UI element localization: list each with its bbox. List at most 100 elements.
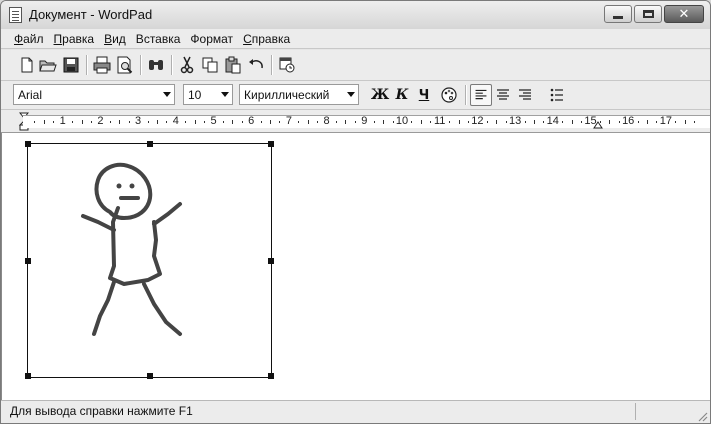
ruler-tick <box>194 120 196 124</box>
resize-handle[interactable] <box>268 141 274 147</box>
ruler-strip: 1 2 3 4 5 6 7 8 9 10 11 12 13 14 15 16 17 <box>23 115 710 128</box>
embedded-drawing[interactable] <box>25 141 274 379</box>
ruler-tick <box>81 120 83 124</box>
ruler-tick <box>307 120 309 124</box>
open-folder-icon[interactable] <box>38 55 58 75</box>
ruler-tick <box>411 121 413 123</box>
print-icon[interactable] <box>92 55 112 75</box>
paste-icon[interactable] <box>223 55 243 75</box>
align-center-button[interactable] <box>492 84 514 106</box>
font-name-dropdown[interactable]: Arial <box>13 84 175 105</box>
ruler-number: 8 <box>323 115 330 127</box>
chevron-down-icon <box>347 92 355 97</box>
ruler-number: 3 <box>135 115 142 127</box>
save-icon[interactable] <box>61 55 81 75</box>
menu-view-accel: В <box>104 32 113 46</box>
italic-button[interactable]: К <box>391 84 413 106</box>
cut-icon[interactable] <box>177 55 197 75</box>
ruler-tick <box>392 121 394 123</box>
ruler-tick <box>581 121 583 123</box>
ruler-tick <box>656 121 658 123</box>
ruler-tick <box>128 121 130 123</box>
ruler-tick <box>524 121 526 123</box>
minimize-icon <box>613 15 623 19</box>
ruler-tick <box>430 121 432 123</box>
print-preview-icon[interactable] <box>115 55 135 75</box>
menu-help[interactable]: Справка <box>238 29 295 49</box>
insert-datetime-icon[interactable] <box>277 55 297 75</box>
menu-edit[interactable]: Правка <box>49 29 100 49</box>
toolbar-separator <box>465 85 467 105</box>
status-bar: Для вывода справки нажмите F1 <box>1 400 710 423</box>
ruler-tick <box>449 121 451 123</box>
resize-handle[interactable] <box>268 373 274 379</box>
ruler-tick <box>486 121 488 123</box>
menu-format[interactable]: Формат <box>185 29 238 49</box>
new-document-icon[interactable] <box>17 55 37 75</box>
color-palette-icon[interactable] <box>438 84 460 106</box>
ruler-tick <box>647 120 649 124</box>
ruler-number: 2 <box>97 115 104 127</box>
ruler-tick <box>373 121 375 123</box>
align-left-button[interactable] <box>470 84 492 106</box>
font-size-dropdown[interactable]: 10 <box>183 84 233 105</box>
ruler-tick <box>90 121 92 123</box>
align-right-button[interactable] <box>514 84 536 106</box>
ruler-tick <box>496 120 498 124</box>
ruler-tick <box>241 121 243 123</box>
toolbar-separator <box>86 55 88 75</box>
bold-button[interactable]: Ж <box>369 84 391 106</box>
right-indent-marker-icon[interactable] <box>593 121 603 129</box>
menu-format-rest: ормат <box>199 32 234 46</box>
find-icon[interactable] <box>146 55 166 75</box>
figure-eye-right <box>129 183 135 189</box>
resize-grip-icon[interactable] <box>696 410 708 422</box>
ruler-tick <box>298 121 300 123</box>
ruler-tick <box>609 120 611 124</box>
ruler-tick <box>222 121 224 123</box>
ruler-tick <box>637 121 639 123</box>
ruler-tick <box>675 121 677 123</box>
ruler-number: 12 <box>471 115 484 127</box>
maximize-button[interactable] <box>634 5 662 23</box>
document-icon[interactable] <box>9 7 22 23</box>
ruler-number: 13 <box>508 115 522 127</box>
menu-edit-rest: равка <box>62 32 95 46</box>
ruler[interactable]: 1 2 3 4 5 6 7 8 9 10 11 12 13 14 15 16 17 <box>1 110 710 133</box>
menu-view[interactable]: Вид <box>99 29 131 49</box>
menu-file[interactable]: Файл <box>9 29 49 49</box>
menu-bar: Файл Правка Вид Вставка Формат Справка <box>1 29 710 49</box>
document-area[interactable] <box>1 133 710 400</box>
ruler-tick <box>34 121 36 123</box>
stick-figure-drawing <box>81 162 182 336</box>
menu-insert[interactable]: Вставка <box>131 29 186 49</box>
resize-handle[interactable] <box>25 258 31 264</box>
ruler-tick <box>694 121 696 123</box>
status-panel <box>635 403 686 420</box>
font-name-value: Arial <box>18 88 43 102</box>
resize-handle[interactable] <box>147 141 153 147</box>
resize-handle[interactable] <box>268 258 274 264</box>
minimize-button[interactable] <box>604 5 632 23</box>
script-dropdown[interactable]: Кириллический <box>239 84 359 105</box>
underline-button[interactable]: Ч <box>413 84 435 106</box>
ruler-tick <box>204 121 206 123</box>
ruler-number: 16 <box>622 115 635 127</box>
menu-insert-first: В <box>135 32 144 46</box>
format-toolbar: Arial 10 Кириллический Ж К Ч <box>1 81 710 110</box>
chevron-down-icon <box>221 92 229 97</box>
copy-icon[interactable] <box>200 55 220 75</box>
undo-icon[interactable] <box>246 55 266 75</box>
resize-handle[interactable] <box>25 141 31 147</box>
ruler-tick <box>383 120 385 124</box>
ruler-tick <box>533 120 535 124</box>
bullets-button[interactable] <box>546 84 568 106</box>
toolbar-separator <box>171 55 173 75</box>
resize-handle[interactable] <box>147 373 153 379</box>
close-button[interactable]: ✕ <box>664 5 704 23</box>
title-bar[interactable]: Документ - WordPad ✕ <box>1 1 710 29</box>
ruler-number: 4 <box>172 115 179 127</box>
ruler-number: 17 <box>659 115 673 127</box>
caption-buttons: ✕ <box>604 5 704 25</box>
resize-handle[interactable] <box>25 373 31 379</box>
